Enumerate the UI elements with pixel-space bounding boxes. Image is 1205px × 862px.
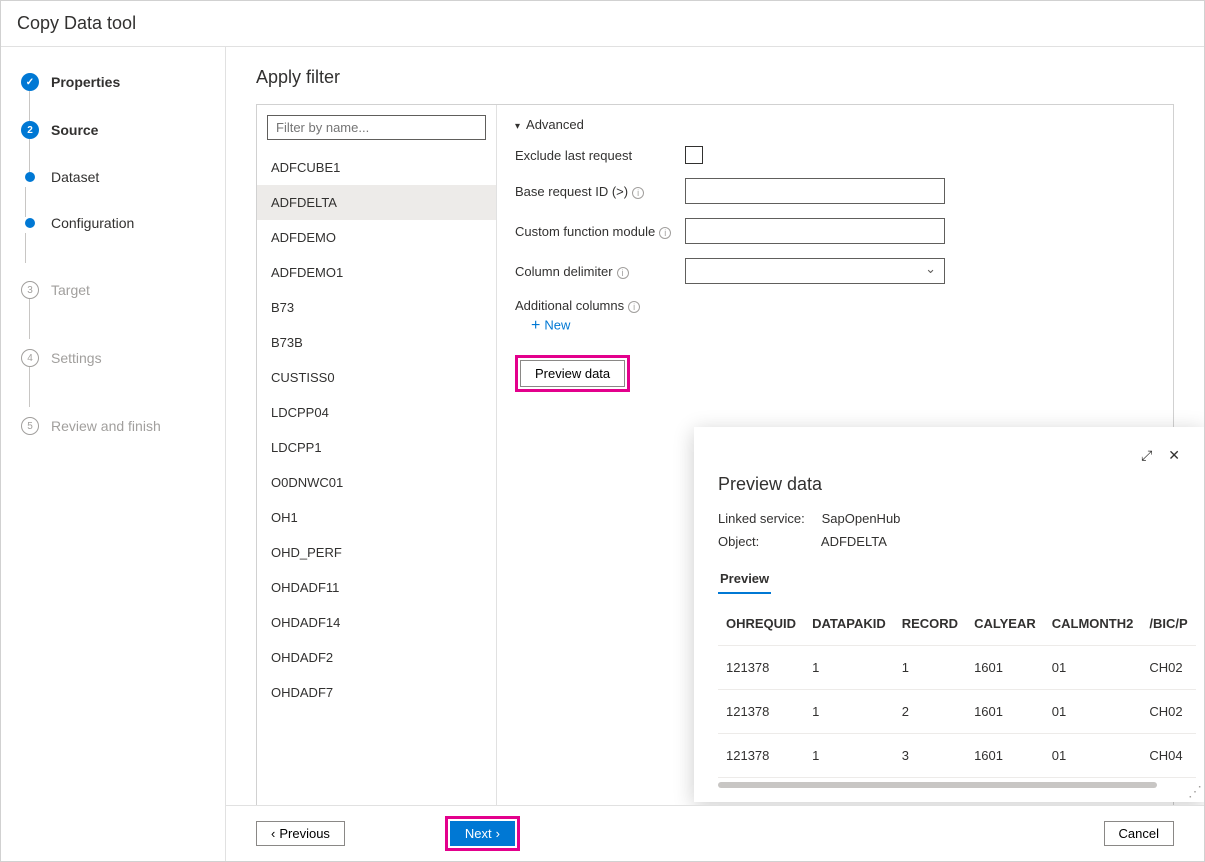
advanced-toggle[interactable]: Advanced	[515, 117, 1155, 132]
step-label: Review and finish	[51, 418, 161, 434]
check-icon: ✓	[21, 73, 39, 91]
step-properties[interactable]: ✓ Properties	[1, 67, 225, 97]
step-target: 3 Target	[1, 275, 225, 305]
popup-title: Preview data	[718, 474, 1180, 495]
list-item[interactable]: ADFDEMO1	[257, 255, 496, 290]
dot-icon	[25, 218, 35, 228]
add-column-link[interactable]: +New	[531, 317, 570, 335]
previous-button[interactable]: ‹Previous	[256, 821, 345, 846]
cancel-button[interactable]: Cancel	[1104, 821, 1174, 846]
step-label: Dataset	[51, 169, 99, 185]
base-request-input[interactable]	[685, 178, 945, 204]
info-icon[interactable]: i	[617, 267, 629, 279]
step-configuration[interactable]: Configuration	[1, 209, 225, 237]
list-item[interactable]: LDCPP1	[257, 430, 496, 465]
table-row[interactable]: 12137811160101CH02	[718, 646, 1196, 690]
window-title: Copy Data tool	[1, 1, 1204, 47]
list-item[interactable]: B73B	[257, 325, 496, 360]
footer: ‹Previous Next› Cancel	[226, 805, 1204, 861]
list-item[interactable]: OHDADF2	[257, 640, 496, 675]
list-item[interactable]: OHDADF14	[257, 605, 496, 640]
custom-func-label: Custom function modulei	[515, 224, 685, 239]
page-title: Apply filter	[256, 67, 1174, 88]
column-header: RECORD	[894, 602, 966, 646]
list-item[interactable]: OHDADF7	[257, 675, 496, 710]
list-item[interactable]: ADFDEMO	[257, 220, 496, 255]
step-number-icon: 5	[21, 417, 39, 435]
resize-handle-icon[interactable]: ⋰	[1188, 783, 1202, 800]
dot-icon	[25, 172, 35, 182]
step-label: Configuration	[51, 215, 134, 231]
custom-func-input[interactable]	[685, 218, 945, 244]
info-icon[interactable]: i	[632, 187, 644, 199]
col-delim-select[interactable]	[685, 258, 945, 284]
step-dataset[interactable]: Dataset	[1, 163, 225, 191]
tab-preview[interactable]: Preview	[718, 565, 771, 594]
step-review: 5 Review and finish	[1, 411, 225, 441]
additional-cols-label: Additional columnsi	[515, 298, 685, 313]
next-button[interactable]: Next›	[450, 821, 515, 846]
column-header: /BIC/P	[1141, 602, 1195, 646]
list-item[interactable]: OHDADF11	[257, 570, 496, 605]
preview-table: OHREQUIDDATAPAKIDRECORDCALYEARCALMONTH2/…	[718, 602, 1196, 778]
wizard-steps: ✓ Properties 2 Source Dataset Configuratio…	[1, 47, 226, 861]
filter-input[interactable]	[267, 115, 486, 140]
list-item[interactable]: LDCPP04	[257, 395, 496, 430]
step-label: Target	[51, 282, 90, 298]
expand-icon[interactable]: ⤢	[1141, 447, 1152, 464]
info-icon[interactable]: i	[628, 301, 640, 313]
chevron-right-icon: ›	[496, 826, 500, 841]
table-row[interactable]: 12137812160101CH02	[718, 690, 1196, 734]
column-header: OHREQUID	[718, 602, 804, 646]
preview-data-button[interactable]: Preview data	[520, 360, 625, 387]
info-icon[interactable]: i	[659, 227, 671, 239]
popup-object: Object: ADFDELTA	[718, 534, 1180, 549]
base-request-label: Base request ID (>)i	[515, 184, 685, 199]
step-number-icon: 2	[21, 121, 39, 139]
step-label: Properties	[51, 74, 120, 90]
list-item[interactable]: OHD_PERF	[257, 535, 496, 570]
close-icon[interactable]: ✕	[1168, 447, 1180, 464]
step-source[interactable]: 2 Source	[1, 115, 225, 145]
list-item[interactable]: ADFCUBE1	[257, 150, 496, 185]
list-item[interactable]: OH1	[257, 500, 496, 535]
step-number-icon: 3	[21, 281, 39, 299]
step-label: Settings	[51, 350, 102, 366]
list-item[interactable]: ADFDELTA	[257, 185, 496, 220]
list-item[interactable]: CUSTISS0	[257, 360, 496, 395]
chevron-left-icon: ‹	[271, 826, 275, 841]
step-settings: 4 Settings	[1, 343, 225, 373]
horizontal-scrollbar[interactable]	[718, 782, 1157, 788]
column-header: CALYEAR	[966, 602, 1044, 646]
list-item[interactable]: B73	[257, 290, 496, 325]
column-header: DATAPAKID	[804, 602, 894, 646]
plus-icon: +	[531, 317, 540, 334]
object-list: ADFCUBE1ADFDELTAADFDEMOADFDEMO1B73B73BCU…	[257, 105, 497, 805]
column-header: CALMONTH2	[1044, 602, 1142, 646]
popup-linked-service: Linked service: SapOpenHub	[718, 511, 1180, 526]
list-item[interactable]: O0DNWC01	[257, 465, 496, 500]
exclude-last-checkbox[interactable]	[685, 146, 703, 164]
table-row[interactable]: 12137813160101CH04	[718, 734, 1196, 778]
preview-popup: ⤢ ✕ Preview data Linked service: SapOpen…	[694, 427, 1204, 802]
step-label: Source	[51, 122, 98, 138]
step-number-icon: 4	[21, 349, 39, 367]
exclude-last-label: Exclude last request	[515, 148, 685, 163]
col-delim-label: Column delimiteri	[515, 264, 685, 279]
